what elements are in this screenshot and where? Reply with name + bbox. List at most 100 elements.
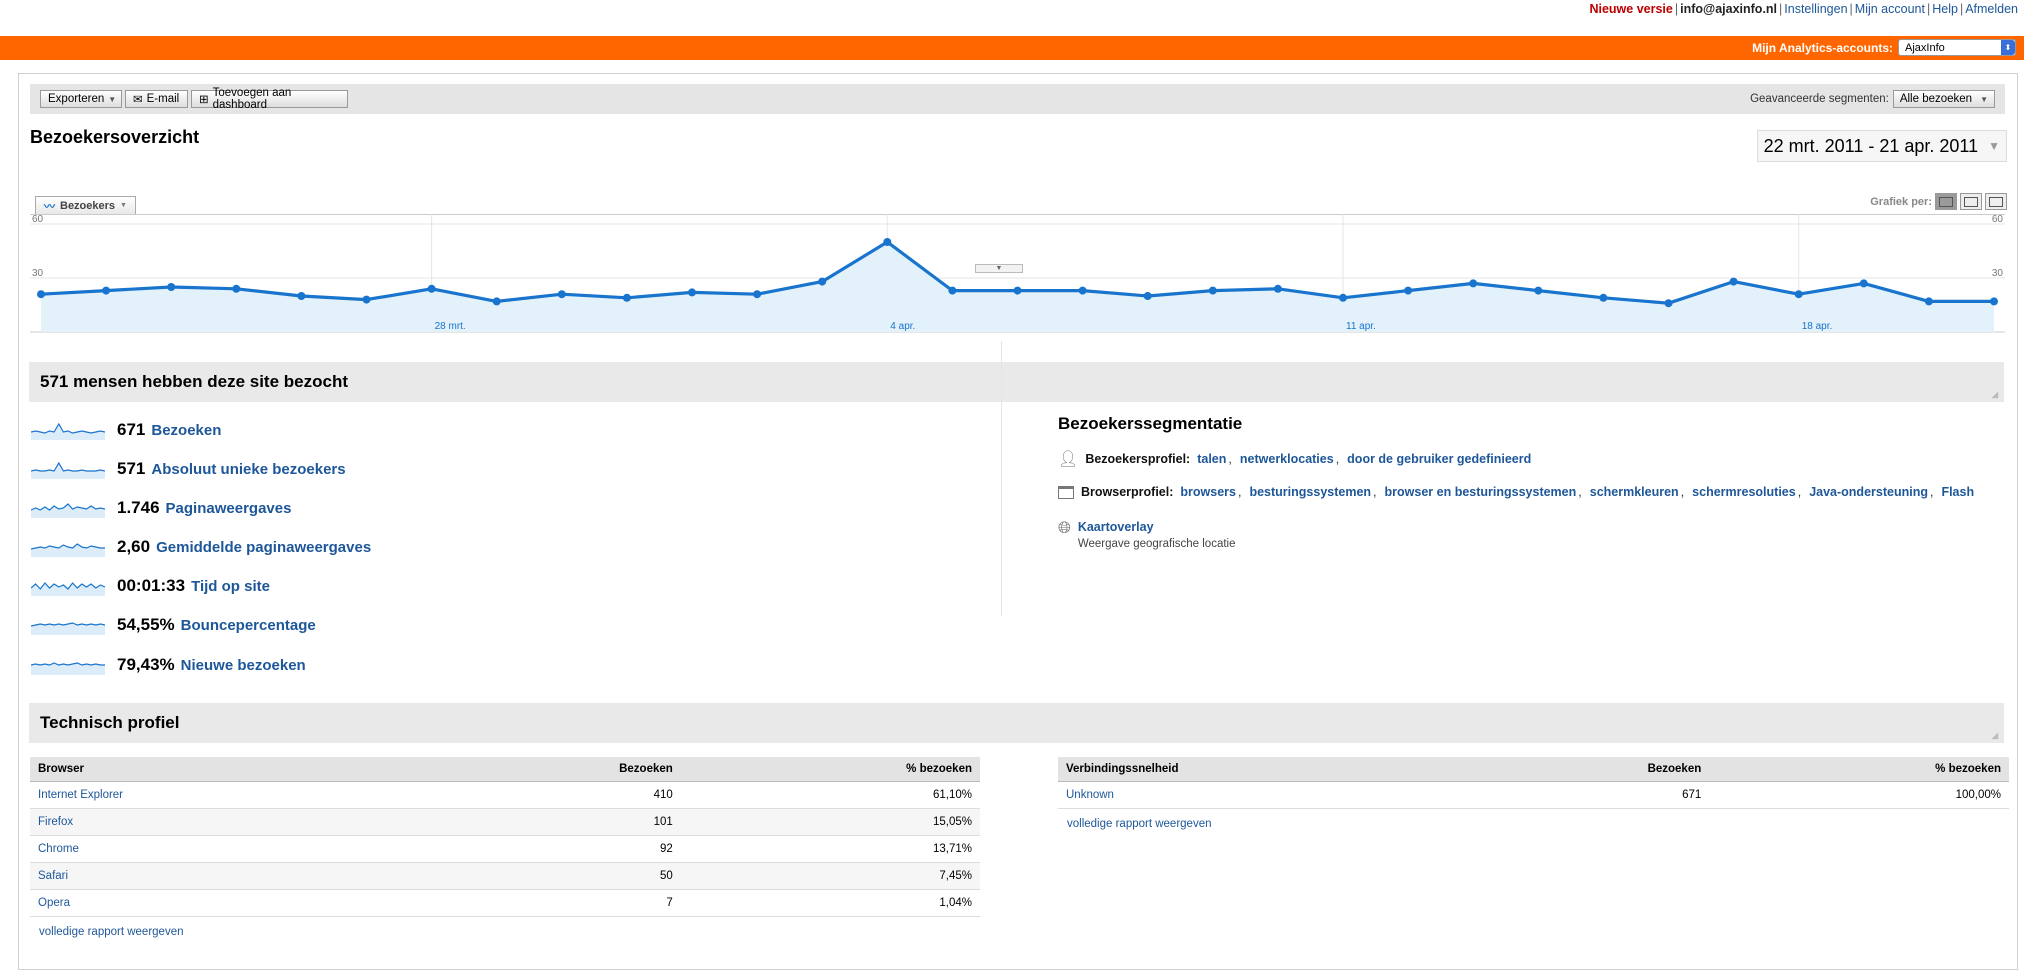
connection-table: Verbindingssnelheid Bezoeken % bezoeken …: [1058, 757, 2009, 809]
visitor-profile-links: talen, netwerklocaties, door de gebruiker …: [1197, 452, 1532, 466]
metric-link[interactable]: Absoluut unieke bezoekers: [151, 461, 345, 478]
data-point: [1273, 284, 1282, 293]
segment-link[interactable]: talen: [1197, 452, 1226, 466]
browser-table: Browser Bezoeken % bezoeken Internet Exp…: [30, 757, 980, 917]
visits-cell: 101: [426, 808, 681, 836]
segment-link[interactable]: Flash: [1941, 485, 1974, 499]
data-point: [753, 290, 762, 299]
visits-cell: 92: [426, 835, 681, 863]
browser-name-link[interactable]: Internet Explorer: [38, 789, 123, 801]
account-select[interactable]: AjaxInfo ⬍: [1898, 39, 2016, 56]
sparkline: [31, 662, 105, 675]
table-header-row: Browser Bezoeken % bezoeken: [30, 757, 980, 782]
col-connection: Verbindingssnelheid: [1058, 757, 1454, 782]
table-row: Firefox 101 15,05%: [30, 808, 980, 836]
browser-name-link[interactable]: Opera: [38, 897, 70, 909]
metric-link[interactable]: Gemiddelde paginaweergaves: [156, 539, 371, 556]
chart-metric-tab[interactable]: 〰 Bezoekers ▼: [35, 196, 136, 214]
data-point: [883, 238, 892, 246]
col-pct-visits: % bezoeken: [680, 757, 980, 782]
segment-link[interactable]: netwerklocaties: [1240, 452, 1334, 466]
email-button[interactable]: ✉ E-mail: [125, 90, 188, 108]
visits-cell: 410: [426, 781, 681, 809]
chart-tab-label: Bezoekers: [60, 199, 116, 212]
data-point: [1794, 290, 1803, 299]
data-point: [688, 288, 696, 297]
metric-value: 79,43%: [117, 655, 175, 674]
week-icon: [1964, 196, 1978, 207]
account-select-value: AjaxInfo: [1905, 41, 1945, 54]
new-version-link[interactable]: Nieuwe versie: [1589, 2, 1672, 16]
data-point: [1990, 297, 1998, 306]
browser-name-link[interactable]: Safari: [38, 870, 68, 882]
browser-profile-row: Browserprofiel: browsers, besturingssyste…: [1058, 485, 1976, 499]
y-tick-label-left: 60: [32, 214, 44, 225]
segment-link[interactable]: besturingssystemen: [1249, 485, 1371, 499]
table-row: Chrome 92 13,71%: [30, 835, 980, 863]
date-range-picker[interactable]: 22 mrt. 2011 - 21 apr. 2011 ▼: [1756, 130, 2007, 162]
segment-link[interactable]: browser en besturingssystemen: [1385, 485, 1577, 499]
metric-value: 671: [117, 420, 146, 439]
browser-name-link[interactable]: Firefox: [38, 816, 73, 828]
connection-name-link[interactable]: Unknown: [1066, 789, 1114, 801]
browser-name: Opera: [30, 889, 426, 917]
metric-row: 671 Bezoeken: [31, 420, 221, 440]
select-arrows-icon: ⬍: [2001, 40, 2015, 55]
segment-link[interactable]: browsers: [1180, 485, 1236, 499]
toolbar: Exporteren ▼ ✉ E-mail ⊞ Toevoegen aan dashb…: [30, 84, 2005, 114]
browser-full-report-link[interactable]: volledige rapport weergeven: [39, 926, 183, 938]
browser-name-link[interactable]: Chrome: [38, 843, 79, 855]
line-chart-icon: 〰: [44, 200, 55, 213]
table-row: Safari 50 7,45%: [30, 862, 980, 890]
graph-by-month-button[interactable]: [1985, 193, 2007, 210]
my-account-link[interactable]: Mijn account: [1855, 2, 1925, 16]
data-point: [1404, 286, 1413, 295]
metric-link[interactable]: Tijd op site: [191, 578, 270, 595]
table-header-row: Verbindingssnelheid Bezoeken % bezoeken: [1058, 757, 2009, 782]
sparkline: [31, 461, 105, 479]
advanced-segments: Geavanceerde segmenten: Alle bezoeken ▼: [1750, 90, 1995, 108]
sparkline: [31, 622, 105, 635]
chevron-down-icon: ▼: [1988, 139, 2000, 153]
metric-link[interactable]: Bezoeken: [151, 422, 221, 439]
logout-link[interactable]: Afmelden: [1965, 2, 2018, 16]
segment-link[interactable]: schermkleuren: [1590, 485, 1679, 499]
add-to-dashboard-button[interactable]: ⊞ Toevoegen aan dashboard: [191, 87, 348, 111]
data-point: [1469, 279, 1478, 288]
segment-link[interactable]: schermresoluties: [1692, 485, 1796, 499]
account-selector: Mijn Analytics-accounts: AjaxInfo ⬍: [1752, 39, 2016, 56]
sparkline: [31, 543, 105, 557]
data-point: [232, 284, 241, 293]
graph-by-day-button[interactable]: [1935, 193, 1957, 210]
browser-name: Chrome: [30, 835, 426, 863]
help-link[interactable]: Help: [1932, 2, 1958, 16]
metric-link[interactable]: Bouncepercentage: [181, 617, 316, 634]
segment-link[interactable]: Java-ondersteuning: [1809, 485, 1928, 499]
metric-value: 571: [117, 459, 146, 478]
x-tick-label: 4 apr.: [890, 321, 915, 332]
data-point: [362, 295, 371, 304]
connection-full-report-link[interactable]: volledige rapport weergeven: [1067, 818, 1211, 830]
map-overlay-link[interactable]: Kaartoverlay: [1078, 520, 1154, 534]
data-point: [102, 286, 111, 295]
chart-collapse-toggle[interactable]: ▼: [975, 264, 1023, 273]
visitor-profile-row: 👤︎ Bezoekersprofiel: talen, netwerklocati…: [1058, 449, 1533, 469]
segment-link[interactable]: door de gebruiker gedefinieerd: [1347, 452, 1531, 466]
y-tick-label-left: 30: [32, 268, 44, 279]
data-point: [1208, 286, 1217, 295]
segments-select[interactable]: Alle bezoeken ▼: [1892, 90, 1995, 108]
segments-value: Alle bezoeken: [1899, 93, 1973, 105]
metric-value: 2,60: [117, 537, 151, 556]
metric-link[interactable]: Paginaweergaves: [166, 500, 292, 517]
month-icon: [1989, 196, 2003, 207]
settings-link[interactable]: Instellingen: [1784, 2, 1847, 16]
col-visits: Bezoeken: [1454, 757, 1710, 782]
collapse-corner-icon: ◢: [1991, 390, 1998, 399]
metric-link[interactable]: Nieuwe bezoeken: [181, 657, 306, 674]
graph-by-week-button[interactable]: [1960, 193, 1982, 210]
collapse-corner-icon: ◢: [1991, 731, 1998, 740]
export-button[interactable]: Exporteren ▼: [40, 90, 122, 108]
email-label: E-mail: [146, 93, 180, 105]
visitor-profile-label: Bezoekersprofiel:: [1085, 452, 1191, 466]
chevron-down-icon: ▼: [995, 265, 1003, 272]
